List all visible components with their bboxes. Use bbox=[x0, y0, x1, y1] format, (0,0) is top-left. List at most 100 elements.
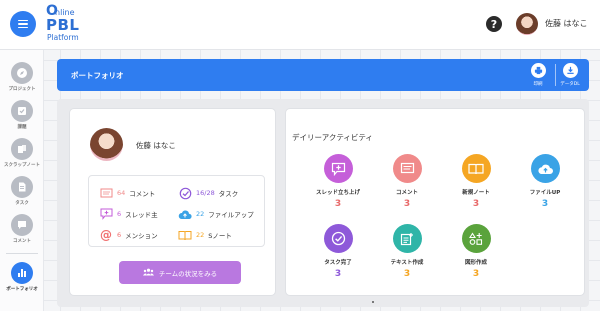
activity-task-complete: タスク完了 3 bbox=[308, 224, 368, 279]
sidebar-item-task[interactable]: タスク bbox=[0, 176, 44, 206]
printer-icon bbox=[530, 63, 546, 78]
activity-new-note: 新規ノート 3 bbox=[446, 154, 506, 209]
book-icon bbox=[461, 154, 491, 183]
stat-mention: @ 6 メンション bbox=[99, 228, 158, 242]
activity-value: 3 bbox=[403, 269, 411, 279]
data-download-button[interactable]: データDL bbox=[557, 63, 583, 87]
logo-platform: Platform bbox=[47, 33, 79, 42]
download-label: データDL bbox=[560, 82, 580, 87]
comment-icon bbox=[99, 187, 113, 199]
view-team-status-button[interactable]: チームの状況をみる bbox=[119, 261, 241, 284]
daily-activity-card: デイリーアクティビティ スレッド立ち上げ 3 コメント 3 新規ノート 3 ファ… bbox=[285, 108, 585, 296]
activity-value: 3 bbox=[403, 199, 411, 209]
menu-line bbox=[18, 23, 28, 25]
activity-label: ファイルUP bbox=[529, 190, 561, 196]
app-logo[interactable]: O nline PBL Platform bbox=[46, 4, 106, 46]
sidebar-item-label: コメント bbox=[13, 239, 31, 244]
activity-value: 3 bbox=[472, 269, 480, 279]
team-button-label: チームの状況をみる bbox=[158, 269, 218, 278]
profile-card: 佐藤 はなこ 64 コメント 16/28 タスク 6 スレッド主 22 ファイル… bbox=[69, 108, 276, 296]
team-icon bbox=[142, 268, 154, 278]
stat-label: Sノート bbox=[208, 232, 232, 240]
stat-label: メンション bbox=[125, 232, 158, 240]
sidebar-item-label: 課題 bbox=[17, 125, 27, 130]
stat-value: 6 bbox=[117, 210, 122, 218]
activity-thread-start: スレッド立ち上げ 3 bbox=[308, 154, 368, 209]
compass-icon bbox=[11, 62, 33, 84]
activity-label: 図形作成 bbox=[464, 260, 487, 266]
sidebar-item-label: ポートフォリオ bbox=[6, 287, 38, 292]
activity-file-up: ファイルUP 3 bbox=[515, 154, 575, 209]
text-doc-icon bbox=[392, 224, 422, 253]
download-icon bbox=[562, 63, 578, 78]
stat-value: 6 bbox=[117, 231, 122, 239]
sidebar-item-label: タスク bbox=[15, 201, 29, 206]
book-icon bbox=[178, 229, 192, 241]
activity-label: テキスト作成 bbox=[390, 260, 424, 266]
activity-shape-create: 図形作成 3 bbox=[446, 224, 506, 279]
portfolio-header-bar: ポートフォリオ 印刷 データDL bbox=[57, 59, 589, 91]
stat-label: タスク bbox=[218, 190, 239, 198]
sidebar-item-project[interactable]: プロジェクト bbox=[0, 62, 44, 92]
sidebar-item-portfolio[interactable]: ポートフォリオ bbox=[0, 262, 44, 292]
activity-label: タスク完了 bbox=[324, 260, 352, 266]
activity-label: 新規ノート bbox=[462, 190, 490, 196]
page-title: ポートフォリオ bbox=[71, 71, 124, 80]
shapes-icon bbox=[461, 224, 491, 253]
portfolio-content: 佐藤 はなこ 64 コメント 16/28 タスク 6 スレッド主 22 ファイル… bbox=[57, 99, 589, 307]
activity-value: 3 bbox=[472, 199, 480, 209]
stat-label: スレッド主 bbox=[125, 211, 158, 219]
bar-chart-icon bbox=[11, 262, 33, 284]
at-icon: @ bbox=[100, 228, 112, 242]
print-label: 印刷 bbox=[533, 82, 543, 87]
add-thread-icon bbox=[99, 208, 113, 220]
sidebar-item-label: スクラップノート bbox=[4, 163, 40, 168]
toolbar-divider bbox=[555, 64, 556, 86]
sidebar-item-scrapnote[interactable]: スクラップノート bbox=[0, 138, 44, 168]
stat-task: 16/28 タスク bbox=[178, 187, 238, 199]
menu-line bbox=[18, 19, 28, 22]
stat-value: 22 bbox=[196, 231, 205, 239]
task-icon bbox=[11, 100, 33, 122]
activity-comment: コメント 3 bbox=[377, 154, 437, 209]
sidebar-item-label: プロジェクト bbox=[8, 87, 36, 92]
scroll-indicator bbox=[372, 301, 374, 303]
stat-comment: 64 コメント bbox=[99, 187, 155, 199]
activity-label: コメント bbox=[395, 190, 418, 196]
menu-line bbox=[18, 26, 28, 29]
check-circle-icon bbox=[178, 187, 192, 199]
sidebar-item-comment[interactable]: コメント bbox=[0, 214, 44, 244]
help-icon[interactable]: ? bbox=[486, 16, 502, 32]
cloud-upload-icon bbox=[178, 208, 192, 220]
profile-name: 佐藤 はなこ bbox=[136, 141, 176, 150]
cloud-upload-icon bbox=[530, 154, 560, 183]
comment-icon bbox=[392, 154, 422, 183]
check-circle-icon bbox=[323, 224, 353, 253]
stat-snote: 22 Sノート bbox=[178, 229, 232, 241]
sidebar-item-assignment[interactable]: 課題 bbox=[0, 100, 44, 130]
stat-value: 22 bbox=[196, 210, 205, 218]
app-header: O nline PBL Platform ? 佐藤 はなこ bbox=[0, 0, 600, 50]
sidebar: プロジェクト 課題 スクラップノート タスク コメント ポートフォリオ bbox=[0, 50, 44, 311]
stat-thread-owner: 6 スレッド主 bbox=[99, 208, 158, 220]
activity-value: 3 bbox=[334, 269, 342, 279]
document-icon bbox=[11, 176, 33, 198]
activity-label: スレッド立ち上げ bbox=[315, 190, 360, 196]
daily-activity-title: デイリーアクティビティ bbox=[292, 133, 373, 142]
activity-value: 3 bbox=[541, 199, 549, 209]
activity-text-create: テキスト作成 3 bbox=[377, 224, 437, 279]
scrapbook-icon bbox=[11, 138, 33, 160]
user-avatar[interactable] bbox=[516, 13, 538, 35]
hamburger-menu-button[interactable] bbox=[10, 11, 36, 37]
stat-label: コメント bbox=[129, 190, 156, 198]
sidebar-divider bbox=[6, 253, 38, 254]
stat-value: 64 bbox=[117, 189, 126, 197]
profile-avatar bbox=[90, 128, 123, 161]
comment-icon bbox=[11, 214, 33, 236]
print-button[interactable]: 印刷 bbox=[525, 63, 551, 87]
header-user-name[interactable]: 佐藤 はなこ bbox=[545, 18, 588, 29]
activity-value: 3 bbox=[334, 199, 342, 209]
stat-label: ファイルアップ bbox=[208, 211, 254, 219]
stat-value: 16/28 bbox=[196, 189, 215, 197]
logo-pbl: PBL bbox=[46, 16, 80, 34]
